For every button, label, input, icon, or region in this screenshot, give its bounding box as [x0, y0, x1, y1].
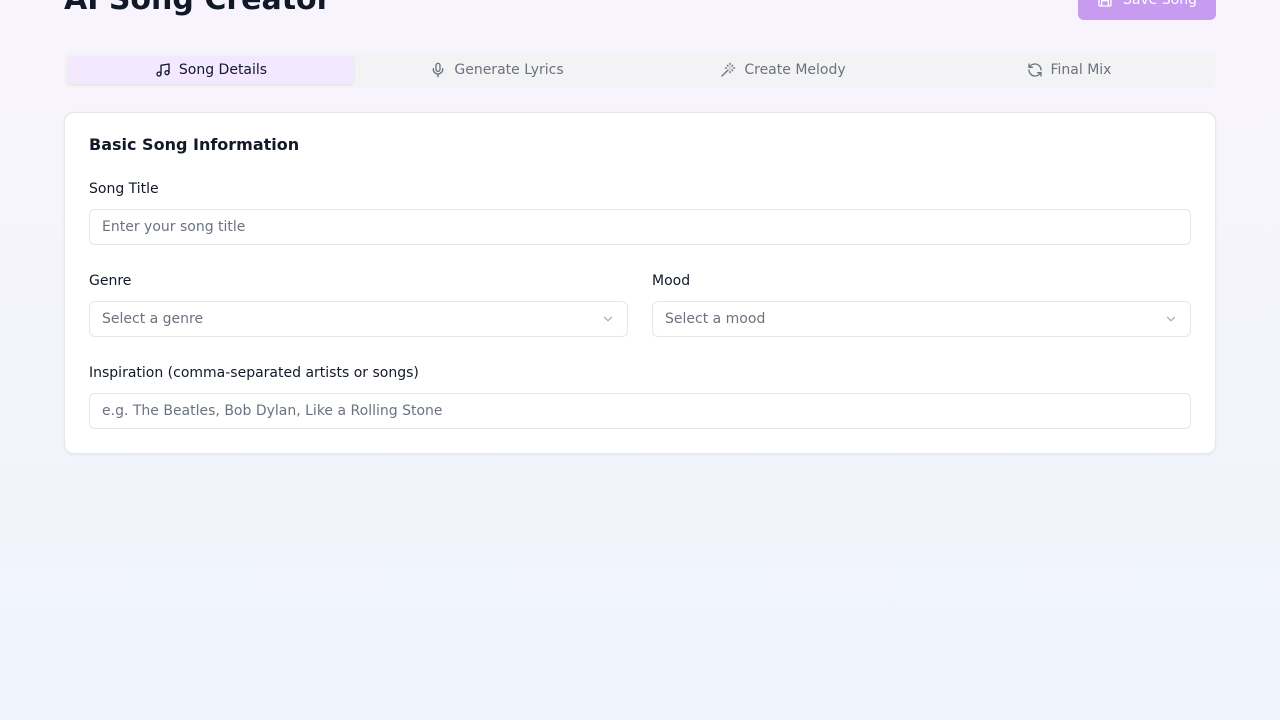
- tab-label: Song Details: [178, 62, 268, 78]
- app-title: AI Song Creator: [64, 0, 331, 20]
- tab-create-melody[interactable]: Create Melody: [640, 56, 926, 84]
- inspiration-input[interactable]: [89, 393, 1191, 429]
- save-song-button[interactable]: Save Song: [1078, 0, 1216, 20]
- song-title-input[interactable]: [89, 209, 1191, 245]
- mood-placeholder: Select a mood: [665, 311, 766, 327]
- tab-generate-lyrics[interactable]: Generate Lyrics: [354, 56, 640, 84]
- chevron-down-icon: [1166, 316, 1176, 322]
- genre-label: Genre: [89, 273, 132, 289]
- song-info-card: Basic Song Information Song Title Genre …: [64, 112, 1216, 454]
- music-note-icon: [156, 63, 170, 77]
- save-icon: [1098, 0, 1112, 7]
- mood-label: Mood: [652, 273, 691, 289]
- magic-wand-icon: [721, 62, 736, 77]
- card-title: Basic Song Information: [89, 135, 300, 154]
- chevron-down-icon: [603, 316, 613, 322]
- tab-label: Create Melody: [744, 62, 846, 78]
- inspiration-label: Inspiration (comma-separated artists or …: [89, 365, 419, 381]
- refresh-icon: [1027, 63, 1042, 77]
- mood-select[interactable]: Select a mood: [652, 301, 1191, 337]
- song-title-label: Song Title: [89, 181, 159, 197]
- genre-select[interactable]: Select a genre: [89, 301, 628, 337]
- tab-label: Final Mix: [1050, 62, 1112, 78]
- tab-final-mix[interactable]: Final Mix: [926, 56, 1212, 84]
- save-song-label: Save Song: [1122, 0, 1198, 8]
- microphone-icon: [433, 62, 444, 78]
- tab-label: Generate Lyrics: [454, 62, 564, 78]
- page: AI Song Creator Save Song Song Details G…: [0, 0, 1280, 720]
- tab-song-details[interactable]: Song Details: [68, 56, 354, 84]
- step-tabs: Song Details Generate Lyrics Create Melo…: [64, 52, 1216, 88]
- genre-placeholder: Select a genre: [102, 311, 204, 327]
